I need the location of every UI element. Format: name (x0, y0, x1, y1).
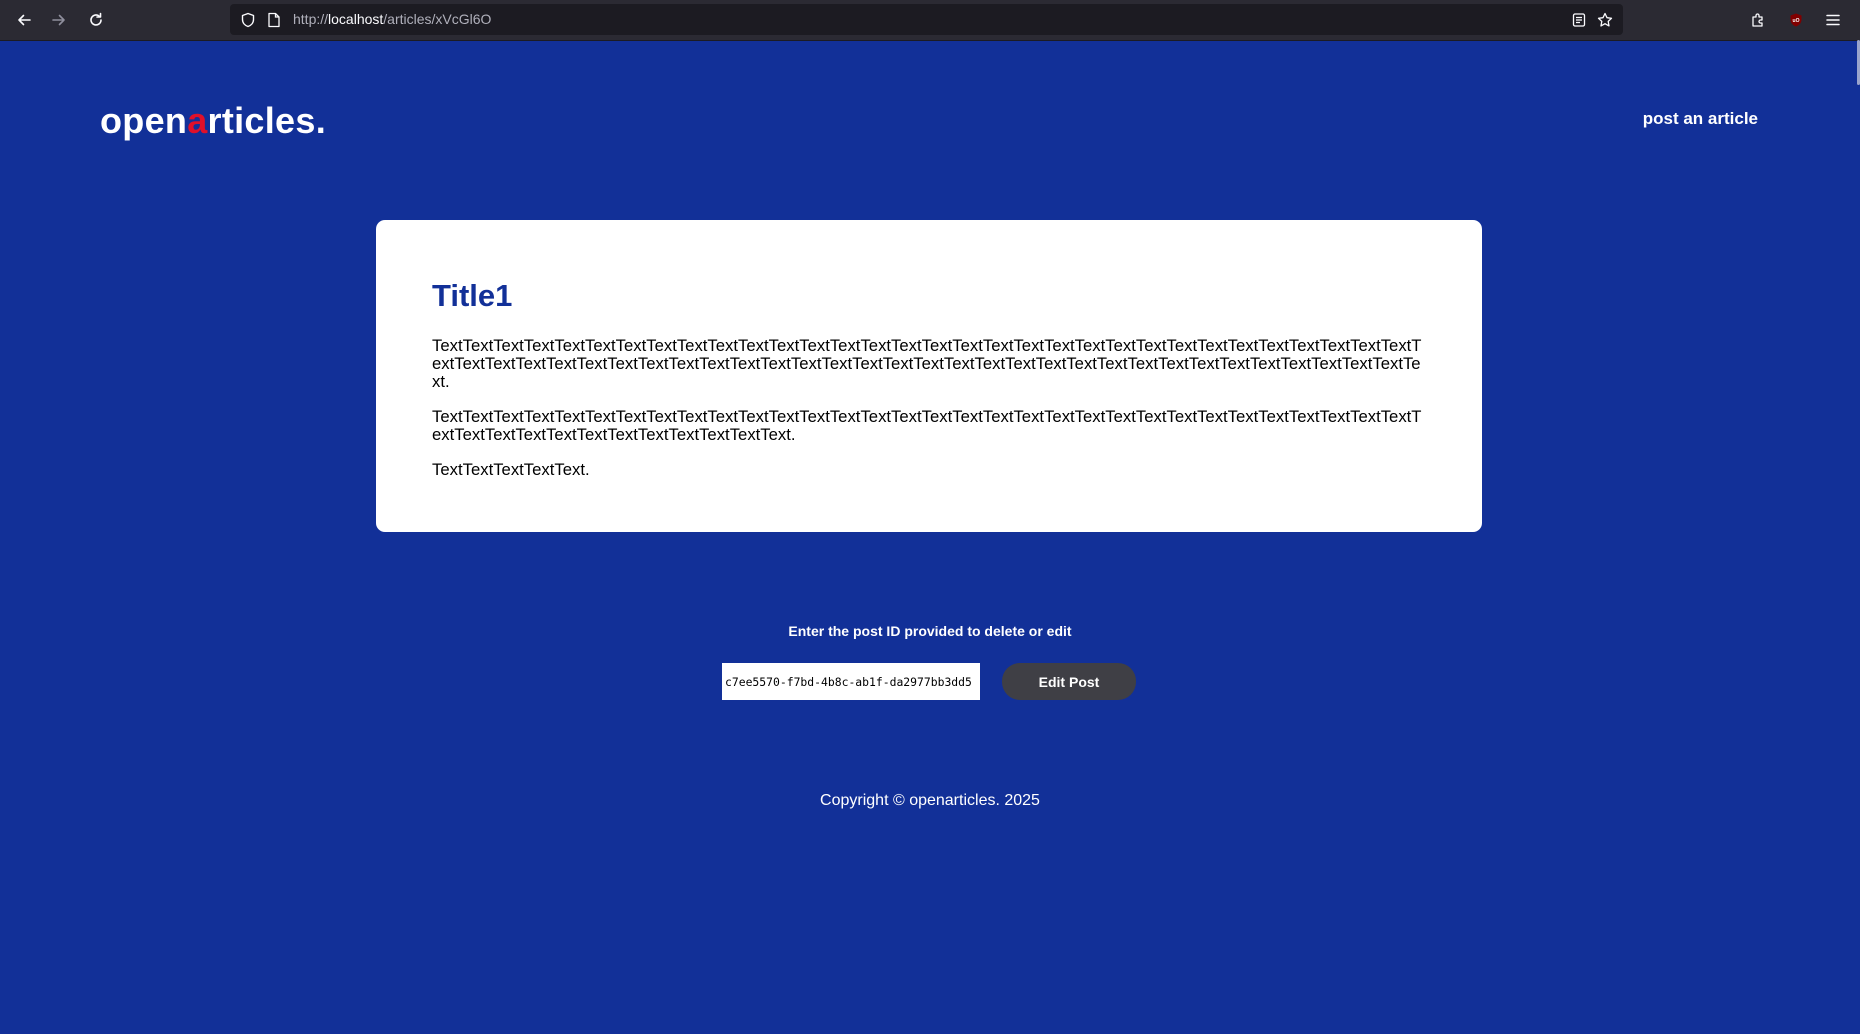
forward-button[interactable] (47, 8, 71, 32)
browser-toolbar: http://localhost/articles/xVcGl6O uO (0, 0, 1860, 41)
url-text[interactable]: http://localhost/articles/xVcGl6O (293, 4, 491, 35)
article-title: Title1 (432, 278, 513, 313)
article-paragraph: TextTextTextTextText. (432, 460, 590, 479)
page-info-icon[interactable] (265, 11, 283, 29)
reload-icon (90, 12, 102, 26)
edit-post-button[interactable]: Edit Post (1002, 663, 1136, 700)
article-card: Title1 TextTextTextTextTextTextTextTextT… (376, 220, 1482, 532)
post-id-input[interactable] (722, 663, 980, 700)
copyright-footer: Copyright © openarticles. 2025 (820, 792, 1040, 809)
article-paragraph: TextTextTextTextTextTextTextTextTextText… (432, 407, 1422, 444)
address-bar[interactable]: http://localhost/articles/xVcGl6O (230, 4, 1623, 35)
url-scheme: http:// (293, 11, 329, 27)
puzzle-icon[interactable] (1746, 8, 1770, 32)
arrow-left-icon (18, 14, 31, 26)
reader-view-icon[interactable] (1570, 11, 1588, 29)
url-path: /articles/xVcGl6O (383, 11, 492, 27)
logo-accent-letter: a (187, 100, 208, 141)
back-button[interactable] (12, 8, 36, 32)
url-host: localhost (328, 11, 384, 27)
svg-text:uO: uO (1793, 18, 1800, 24)
post-article-link[interactable]: post an article (1643, 109, 1758, 129)
article-paragraph: TextTextTextTextTextTextTextTextTextText… (432, 336, 1422, 391)
logo-text-end: rticles. (207, 100, 326, 141)
arrow-right-icon (52, 14, 65, 26)
post-id-prompt: Enter the post ID provided to delete or … (788, 623, 1072, 639)
ublock-shield-icon[interactable]: uO (1784, 8, 1808, 32)
site-logo[interactable]: openarticles. (100, 100, 326, 142)
star-icon[interactable] (1596, 11, 1614, 29)
logo-text-start: open (100, 100, 188, 141)
tracking-shield-icon[interactable] (239, 11, 257, 29)
hamburger-menu-icon[interactable] (1821, 8, 1845, 32)
reload-button[interactable] (84, 8, 108, 32)
